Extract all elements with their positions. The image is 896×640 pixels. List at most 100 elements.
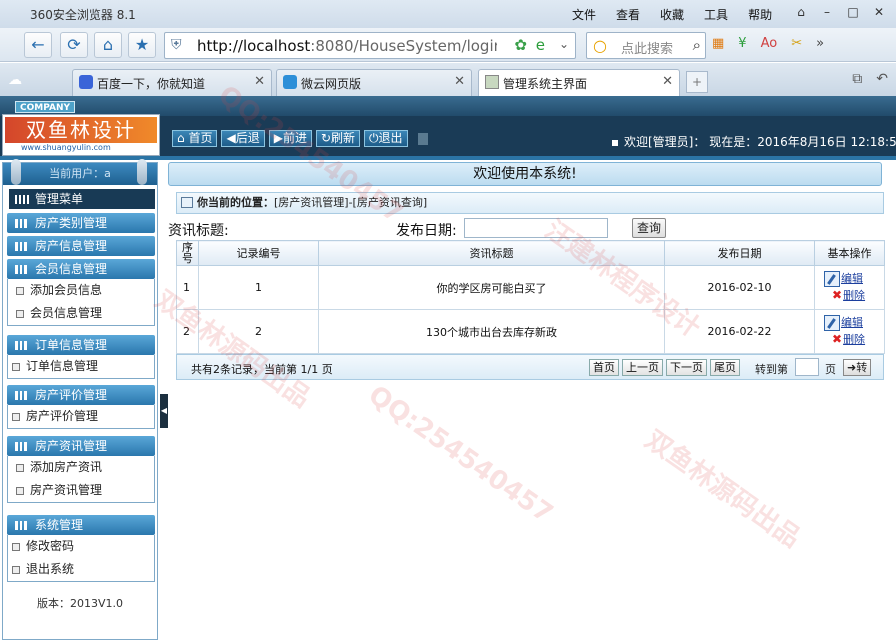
- browser-titlebar: 360安全浏览器 8.1 文件 查看 收藏 工具 帮助 ⌂ – □ ✕: [0, 0, 896, 28]
- group-header[interactable]: 房产类别管理: [7, 213, 155, 233]
- group-icon: [15, 265, 27, 274]
- sidebar-item-review-manage[interactable]: 房产评价管理: [8, 405, 154, 428]
- new-tab-button[interactable]: +: [686, 71, 708, 93]
- welcome-admin: 欢迎[管理员]：: [624, 135, 706, 149]
- prev-page-button[interactable]: 上一页: [622, 359, 663, 376]
- cloud-icon[interactable]: ☁: [8, 72, 22, 88]
- header-top-strip: [0, 96, 896, 116]
- sidebar-item-logout[interactable]: 退出系统: [8, 558, 154, 581]
- sidebar-item-news-manage[interactable]: 房产资讯管理: [8, 479, 154, 502]
- cell-seq: 1: [176, 265, 199, 310]
- screenshot-icon[interactable]: ✂: [791, 36, 802, 51]
- group-header[interactable]: 订单信息管理: [7, 335, 155, 355]
- cell-title: 130个城市出台去库存新政: [318, 309, 665, 354]
- sidebar: 当前用户：a 管理菜单 房产类别管理 房产信息管理 会员信息管理 添加会员信息 …: [2, 159, 158, 640]
- close-tab-icon[interactable]: ✕: [454, 74, 465, 89]
- goto-unit: 页: [825, 363, 836, 376]
- refresh-icon[interactable]: ⟳: [60, 32, 88, 58]
- search-engine-icon[interactable]: ○: [593, 36, 607, 55]
- refresh-button[interactable]: ↻刷新: [315, 130, 361, 147]
- date-filter-input[interactable]: [464, 218, 608, 238]
- delete-x-icon: ✖: [832, 332, 843, 346]
- edit-link[interactable]: 编辑: [816, 271, 883, 287]
- menu-file[interactable]: 文件: [572, 6, 596, 23]
- search-form: 资讯标题: 发布日期: 查询: [168, 218, 884, 240]
- query-button[interactable]: 查询: [632, 218, 666, 238]
- browser-tabbar: ☁ 百度一下，你就知道 ✕ 微云网页版 ✕ 管理系统主界面 ✕ + ⧉ ↶: [0, 63, 896, 96]
- sidebar-item-member-manage[interactable]: 会员信息管理: [8, 302, 154, 325]
- table-header-row: 序号 记录编号 资讯标题 发布日期 基本操作: [176, 240, 885, 266]
- title-filter-input[interactable]: [236, 219, 362, 239]
- close-tab-icon[interactable]: ✕: [662, 74, 673, 89]
- more-tools-icon[interactable]: »: [816, 36, 824, 51]
- go-button[interactable]: ➜转: [843, 359, 872, 376]
- address-dropdown-icon[interactable]: ⌄: [559, 37, 569, 51]
- group-header[interactable]: 会员信息管理: [7, 259, 155, 279]
- ie-mode-icon[interactable]: e: [536, 36, 545, 54]
- home-icon[interactable]: ⌂: [94, 32, 122, 58]
- tab-baidu[interactable]: 百度一下，你就知道 ✕: [72, 69, 272, 96]
- table-row: 1 1 你的学区房可能白买了 2016-02-10 编辑 ✖删除: [176, 265, 885, 310]
- menu-grid-icon: [15, 195, 29, 204]
- item-icon: [16, 287, 24, 295]
- title-filter-label: 资讯标题:: [168, 223, 229, 239]
- menu-favorites[interactable]: 收藏: [660, 6, 684, 23]
- security-guard-icon[interactable]: ¥: [738, 36, 746, 51]
- browser-toolbar-icons: ▦ ¥ Ao ✂ »: [712, 36, 824, 51]
- refresh-icon: ↻: [320, 131, 332, 145]
- apps-grid-icon[interactable]: ▦: [712, 36, 724, 51]
- current-user-bar: 当前用户：a: [3, 159, 157, 185]
- delete-link[interactable]: ✖删除: [816, 331, 883, 348]
- pin-window-icon[interactable]: ⌂: [788, 2, 814, 22]
- tab-admin-main[interactable]: 管理系统主界面 ✕: [478, 69, 680, 96]
- favorite-star-icon[interactable]: ★: [128, 32, 156, 58]
- browser-menubar: 文件 查看 收藏 工具 帮助: [572, 6, 792, 23]
- delete-link[interactable]: ✖删除: [816, 287, 883, 304]
- column-header: 基本操作: [814, 240, 885, 266]
- power-icon: ⏻: [369, 131, 379, 145]
- menu-tools[interactable]: 工具: [704, 6, 728, 23]
- address-url[interactable]: http://localhost:8080/HouseSystem/login/…: [197, 37, 497, 55]
- group-header[interactable]: 房产评价管理: [7, 385, 155, 405]
- restore-tab-icon[interactable]: ⧉: [852, 71, 862, 87]
- back-arrow-icon[interactable]: ←: [24, 32, 52, 58]
- sidebar-item-add-news[interactable]: 添加房产资讯: [8, 456, 154, 479]
- menu-view[interactable]: 查看: [616, 6, 640, 23]
- logout-button[interactable]: ⏻退出: [364, 130, 408, 147]
- undo-close-tab-icon[interactable]: ↶: [876, 71, 888, 87]
- maximize-window-icon[interactable]: □: [840, 2, 866, 22]
- minimize-window-icon[interactable]: –: [814, 2, 840, 22]
- compat-mode-icon[interactable]: ✿: [514, 36, 527, 54]
- forward-arrow-icon: ▶: [273, 131, 283, 145]
- edit-link[interactable]: 编辑: [816, 315, 883, 331]
- translate-icon[interactable]: Ao: [761, 36, 778, 51]
- menu-help[interactable]: 帮助: [748, 6, 772, 23]
- tab-weiyun[interactable]: 微云网页版 ✕: [276, 69, 472, 96]
- cell-seq: 2: [176, 309, 199, 354]
- next-page-button[interactable]: 下一页: [666, 359, 707, 376]
- address-bar[interactable]: ⛨ http://localhost:8080/HouseSystem/logi…: [164, 32, 576, 59]
- first-page-button[interactable]: 首页: [589, 359, 619, 376]
- last-page-button[interactable]: 尾页: [710, 359, 740, 376]
- sidebar-collapse-handle[interactable]: ◀: [160, 394, 168, 428]
- column-header: 资讯标题: [318, 240, 665, 266]
- back-button[interactable]: ◀后退: [221, 130, 265, 147]
- item-icon: [12, 413, 20, 421]
- group-header[interactable]: 系统管理: [7, 515, 155, 535]
- search-icon[interactable]: ⌕: [693, 36, 701, 54]
- weiyun-cloud-icon: [283, 75, 297, 89]
- goto-page-input[interactable]: [795, 358, 819, 376]
- table-row: 2 2 130个城市出台去库存新政 2016-02-22 编辑 ✖删除: [176, 309, 885, 354]
- close-tab-icon[interactable]: ✕: [254, 74, 265, 89]
- edit-pencil-icon: [824, 271, 840, 287]
- close-window-icon[interactable]: ✕: [866, 2, 892, 22]
- group-header[interactable]: 房产资讯管理: [7, 436, 155, 456]
- group-header[interactable]: 房产信息管理: [7, 236, 155, 256]
- sidebar-item-add-member[interactable]: 添加会员信息: [8, 279, 154, 302]
- sidebar-item-order-manage[interactable]: 订单信息管理: [8, 355, 154, 378]
- sidebar-item-change-password[interactable]: 修改密码: [8, 535, 154, 558]
- home-button[interactable]: ⌂ 首页: [172, 130, 218, 147]
- browser-search-box[interactable]: ○ 点此搜索 ⌕: [586, 32, 706, 59]
- menu-title: 管理菜单: [9, 189, 155, 209]
- forward-button[interactable]: ▶前进: [268, 130, 312, 147]
